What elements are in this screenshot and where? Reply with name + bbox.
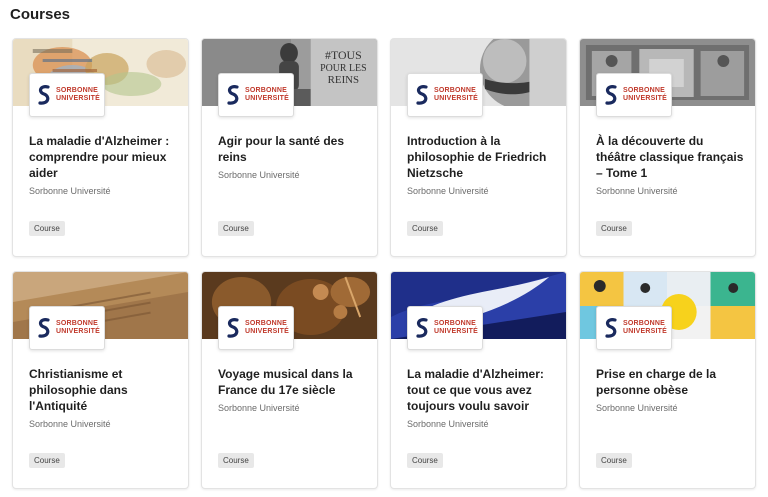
- course-type-badge: Course: [218, 453, 254, 468]
- course-card[interactable]: SORBONNE UNIVERSITÉ À la découverte du th…: [579, 38, 756, 257]
- sorbonne-mark-icon: [38, 318, 50, 338]
- sorbonne-logo: SORBONNE UNIVERSITÉ: [29, 73, 105, 117]
- logo-line2: UNIVERSITÉ: [434, 328, 479, 335]
- sorbonne-logo: SORBONNE UNIVERSITÉ: [407, 306, 483, 350]
- sorbonne-logo: SORBONNE UNIVERSITÉ: [29, 306, 105, 350]
- course-title-wrap: La maladie d'Alzheimer : comprendre pour…: [29, 133, 179, 197]
- logo-line1: SORBONNE: [245, 87, 288, 94]
- course-card[interactable]: SORBONNE UNIVERSITÉ Introduction à la phi…: [390, 38, 567, 257]
- logo-line1: SORBONNE: [434, 87, 477, 94]
- course-type-badge: Course: [29, 221, 65, 236]
- course-title-wrap: Voyage musical dans la France du 17e siè…: [218, 366, 368, 414]
- course-title-wrap: Agir pour la santé des reins Sorbonne Un…: [218, 133, 368, 181]
- course-type-badge: Course: [596, 453, 632, 468]
- course-title: À la découverte du théâtre classique fra…: [596, 134, 744, 180]
- course-org: Sorbonne Université: [596, 186, 678, 196]
- sorbonne-mark-icon: [605, 318, 617, 338]
- logo-line1: SORBONNE: [623, 320, 666, 327]
- sorbonne-logo: SORBONNE UNIVERSITÉ: [596, 73, 672, 117]
- sorbonne-logo: SORBONNE UNIVERSITÉ: [218, 73, 294, 117]
- sorbonne-mark-icon: [227, 85, 239, 105]
- course-card[interactable]: SORBONNE UNIVERSITÉ La maladie d'Alzheime…: [12, 38, 189, 257]
- course-title: La maladie d'Alzheimer: tout ce que vous…: [407, 367, 544, 413]
- course-org: Sorbonne Université: [407, 186, 489, 196]
- course-org: Sorbonne Université: [29, 186, 111, 196]
- course-title: Agir pour la santé des reins: [218, 134, 345, 164]
- course-type-badge: Course: [218, 221, 254, 236]
- page-title: Courses: [10, 6, 71, 23]
- logo-line2: UNIVERSITÉ: [245, 95, 290, 102]
- course-org: Sorbonne Université: [29, 419, 111, 429]
- banner-overlay-text: #TOUS: [325, 48, 362, 62]
- course-type-badge: Course: [596, 221, 632, 236]
- sorbonne-mark-icon: [605, 85, 617, 105]
- logo-line2: UNIVERSITÉ: [245, 328, 290, 335]
- logo-line1: SORBONNE: [434, 320, 477, 327]
- course-org: Sorbonne Université: [596, 403, 678, 413]
- logo-line1: SORBONNE: [56, 87, 99, 94]
- logo-line1: SORBONNE: [623, 87, 666, 94]
- course-row: SORBONNE UNIVERSITÉ Christianisme et phil…: [12, 271, 758, 489]
- course-title-wrap: À la découverte du théâtre classique fra…: [596, 133, 746, 197]
- logo-line1: SORBONNE: [245, 320, 288, 327]
- sorbonne-logo: SORBONNE UNIVERSITÉ: [218, 306, 294, 350]
- sorbonne-logo: SORBONNE UNIVERSITÉ: [596, 306, 672, 350]
- course-title-wrap: Introduction à la philosophie de Friedri…: [407, 133, 557, 197]
- course-card[interactable]: SORBONNE UNIVERSITÉ Christianisme et phil…: [12, 271, 189, 489]
- course-card[interactable]: SORBONNE UNIVERSITÉ La maladie d'Alzheime…: [390, 271, 567, 489]
- sorbonne-mark-icon: [416, 85, 428, 105]
- course-card[interactable]: SORBONNE UNIVERSITÉ Voyage musical dans l…: [201, 271, 378, 489]
- course-title-wrap: Prise en charge de la personne obèse Sor…: [596, 366, 746, 414]
- logo-line2: UNIVERSITÉ: [56, 95, 101, 102]
- course-type-badge: Course: [29, 453, 65, 468]
- course-org: Sorbonne Université: [218, 403, 300, 413]
- course-title: Prise en charge de la personne obèse: [596, 367, 717, 397]
- course-type-badge: Course: [407, 453, 443, 468]
- course-grid: SORBONNE UNIVERSITÉ La maladie d'Alzheime…: [12, 38, 758, 497]
- course-title-wrap: Christianisme et philosophie dans l'Anti…: [29, 366, 179, 430]
- sorbonne-logo: SORBONNE UNIVERSITÉ: [407, 73, 483, 117]
- course-type-badge: Course: [407, 221, 443, 236]
- sorbonne-mark-icon: [416, 318, 428, 338]
- sorbonne-mark-icon: [227, 318, 239, 338]
- course-title: Voyage musical dans la France du 17e siè…: [218, 367, 353, 397]
- banner-overlay-text: POUR LES: [320, 63, 366, 74]
- course-row: SORBONNE UNIVERSITÉ La maladie d'Alzheime…: [12, 38, 758, 257]
- logo-line1: SORBONNE: [56, 320, 99, 327]
- logo-line2: UNIVERSITÉ: [434, 95, 479, 102]
- course-title: La maladie d'Alzheimer : comprendre pour…: [29, 134, 170, 180]
- course-org: Sorbonne Université: [407, 419, 489, 429]
- logo-line2: UNIVERSITÉ: [56, 328, 101, 335]
- logo-line2: UNIVERSITÉ: [623, 95, 668, 102]
- course-title-wrap: La maladie d'Alzheimer: tout ce que vous…: [407, 366, 557, 430]
- course-title: Christianisme et philosophie dans l'Anti…: [29, 367, 128, 413]
- course-card[interactable]: SORBONNE UNIVERSITÉ Prise en charge de la…: [579, 271, 756, 489]
- banner-overlay-text: REINS: [328, 74, 359, 86]
- sorbonne-mark-icon: [38, 85, 50, 105]
- course-card[interactable]: #TOUS POUR LES REINS SORBONNE UNIVERSITÉ …: [201, 38, 378, 257]
- course-org: Sorbonne Université: [218, 170, 300, 180]
- logo-line2: UNIVERSITÉ: [623, 328, 668, 335]
- course-title: Introduction à la philosophie de Friedri…: [407, 134, 547, 180]
